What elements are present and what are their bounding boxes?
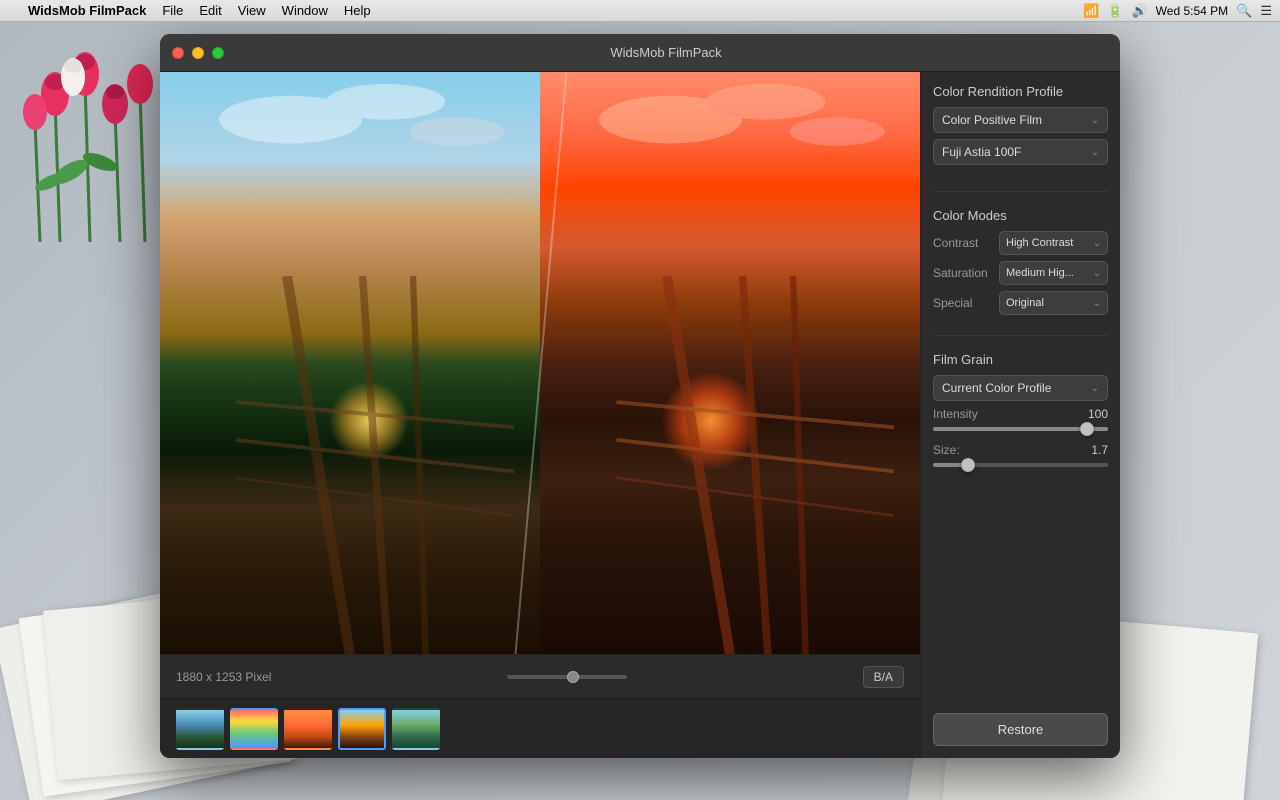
color-rendition-section: Color Rendition Profile Color Positive F… bbox=[933, 84, 1108, 171]
special-select[interactable]: Original ⌄ bbox=[999, 291, 1108, 315]
film-type-arrow: ⌄ bbox=[1091, 115, 1099, 126]
after-image bbox=[540, 72, 920, 654]
thumbnail-strip bbox=[160, 698, 920, 758]
intensity-slider-knob[interactable] bbox=[1080, 422, 1094, 436]
titlebar: WidsMob FilmPack bbox=[160, 34, 1120, 72]
thumbnail-2[interactable] bbox=[230, 708, 278, 750]
separator-1 bbox=[933, 191, 1108, 192]
contrast-row: Contrast High Contrast ⌄ bbox=[933, 231, 1108, 255]
separator-2 bbox=[933, 335, 1108, 336]
size-label: Size: bbox=[933, 443, 960, 457]
desktop: WidsMob FilmPack bbox=[0, 22, 1280, 800]
grain-profile-select[interactable]: Current Color Profile ⌄ bbox=[933, 375, 1108, 401]
menu-window[interactable]: Window bbox=[282, 3, 328, 18]
split-position-slider[interactable] bbox=[507, 675, 627, 679]
film-brand-select[interactable]: Fuji Astia 100F ⌄ bbox=[933, 139, 1108, 165]
intensity-value: 100 bbox=[1088, 407, 1108, 421]
image-bottom-bar: 1880 x 1253 Pixel B/A bbox=[160, 654, 920, 698]
intensity-slider-track[interactable] bbox=[933, 427, 1108, 431]
minimize-button[interactable] bbox=[192, 47, 204, 59]
saturation-label: Saturation bbox=[933, 266, 993, 280]
app-menu-name[interactable]: WidsMob FilmPack bbox=[28, 3, 146, 18]
contrast-arrow: ⌄ bbox=[1093, 238, 1101, 249]
close-button[interactable] bbox=[172, 47, 184, 59]
film-brand-value: Fuji Astia 100F bbox=[942, 145, 1021, 159]
contrast-label: Contrast bbox=[933, 236, 993, 250]
film-type-select[interactable]: Color Positive Film ⌄ bbox=[933, 107, 1108, 133]
search-icon[interactable]: 🔍 bbox=[1236, 3, 1252, 19]
image-size-label: 1880 x 1253 Pixel bbox=[176, 670, 271, 684]
before-image bbox=[160, 72, 540, 654]
size-slider-knob[interactable] bbox=[961, 458, 975, 472]
color-modes-title: Color Modes bbox=[933, 208, 1108, 223]
wifi-icon[interactable]: 📶 bbox=[1083, 3, 1099, 19]
split-slider-thumb[interactable] bbox=[567, 671, 579, 683]
color-rendition-title: Color Rendition Profile bbox=[933, 84, 1108, 99]
menu-help[interactable]: Help bbox=[344, 3, 371, 18]
film-brand-arrow: ⌄ bbox=[1091, 147, 1099, 158]
image-panel: 1880 x 1253 Pixel B/A bbox=[160, 72, 920, 758]
film-type-value: Color Positive Film bbox=[942, 113, 1042, 127]
color-modes-grid: Contrast High Contrast ⌄ Saturation Medi… bbox=[933, 231, 1108, 315]
clock-display: Wed 5:54 PM bbox=[1156, 4, 1228, 18]
intensity-row: Intensity 100 bbox=[933, 407, 1108, 421]
traffic-lights bbox=[172, 47, 224, 59]
flowers-decoration bbox=[0, 22, 180, 242]
maximize-button[interactable] bbox=[212, 47, 224, 59]
grain-profile-value: Current Color Profile bbox=[942, 381, 1051, 395]
special-label: Special bbox=[933, 296, 993, 310]
special-arrow: ⌄ bbox=[1093, 298, 1101, 309]
saturation-arrow: ⌄ bbox=[1093, 268, 1101, 279]
split-image-view[interactable] bbox=[160, 72, 920, 654]
film-grain-title: Film Grain bbox=[933, 352, 1108, 367]
volume-icon[interactable]: 🔊 bbox=[1131, 3, 1147, 19]
thumbnail-5[interactable] bbox=[392, 708, 440, 750]
saturation-select[interactable]: Medium Hig... ⌄ bbox=[999, 261, 1108, 285]
menu-view[interactable]: View bbox=[238, 3, 266, 18]
size-slider-track[interactable] bbox=[933, 463, 1108, 467]
battery-icon[interactable]: 🔋 bbox=[1107, 3, 1123, 19]
app-content: 1880 x 1253 Pixel B/A bbox=[160, 72, 1120, 758]
intensity-label: Intensity bbox=[933, 407, 978, 421]
color-modes-section: Color Modes Contrast High Contrast ⌄ Sat… bbox=[933, 208, 1108, 315]
app-window: WidsMob FilmPack bbox=[160, 34, 1120, 758]
thumbnail-3[interactable] bbox=[284, 708, 332, 750]
split-position-slider-container[interactable] bbox=[271, 675, 862, 679]
menu-edit[interactable]: Edit bbox=[199, 3, 221, 18]
menubar: WidsMob FilmPack File Edit View Window H… bbox=[0, 0, 1280, 22]
thumbnail-1[interactable] bbox=[176, 708, 224, 750]
size-value: 1.7 bbox=[1091, 443, 1108, 457]
saturation-value: Medium Hig... bbox=[1006, 267, 1074, 279]
special-row: Special Original ⌄ bbox=[933, 291, 1108, 315]
control-center-icon[interactable]: ☰ bbox=[1260, 3, 1272, 19]
window-title: WidsMob FilmPack bbox=[224, 45, 1108, 60]
contrast-value: High Contrast bbox=[1006, 237, 1073, 249]
menu-file[interactable]: File bbox=[162, 3, 183, 18]
restore-button[interactable]: Restore bbox=[933, 713, 1108, 746]
special-value: Original bbox=[1006, 297, 1044, 309]
thumbnail-4-active[interactable] bbox=[338, 708, 386, 750]
grain-profile-arrow: ⌄ bbox=[1091, 383, 1099, 394]
saturation-row: Saturation Medium Hig... ⌄ bbox=[933, 261, 1108, 285]
contrast-select[interactable]: High Contrast ⌄ bbox=[999, 231, 1108, 255]
controls-panel: Color Rendition Profile Color Positive F… bbox=[920, 72, 1120, 758]
ba-toggle-button[interactable]: B/A bbox=[863, 666, 904, 688]
film-grain-section: Film Grain Current Color Profile ⌄ Inten… bbox=[933, 352, 1108, 479]
size-row: Size: 1.7 bbox=[933, 443, 1108, 457]
